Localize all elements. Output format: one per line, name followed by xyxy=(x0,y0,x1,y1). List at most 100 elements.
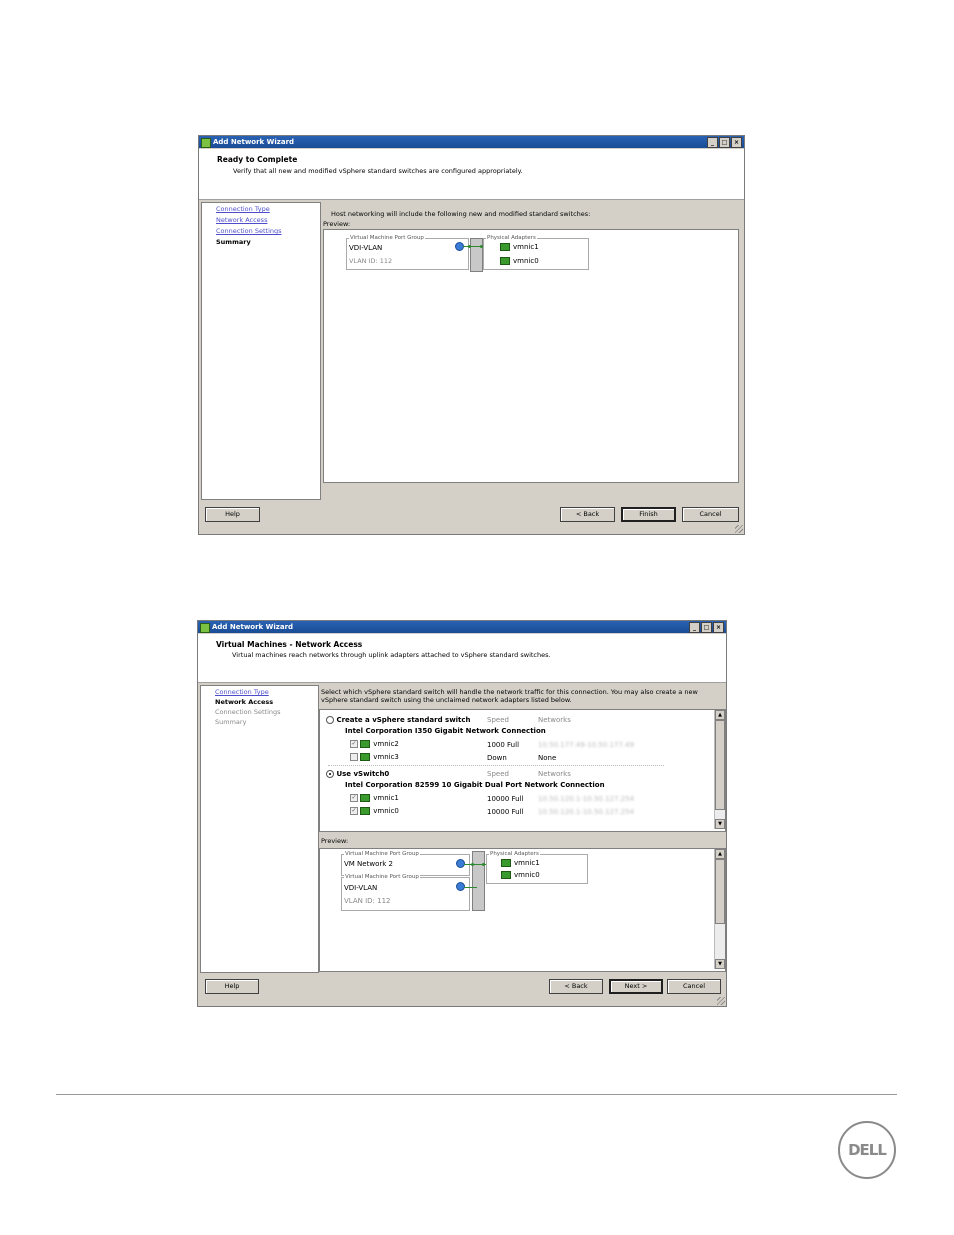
adapter-vmnic0: vmnic0 xyxy=(500,257,539,265)
resize-grip[interactable] xyxy=(735,525,743,533)
physical-adapters-label: Physical Adapters xyxy=(489,851,540,857)
wizard-steps-nav: Connection Type Network Access Connectio… xyxy=(201,202,321,500)
speed-header: Speed xyxy=(487,716,509,724)
window-title: Add Network Wizard xyxy=(212,623,294,631)
wizard-header: Virtual Machines - Network Access Virtua… xyxy=(198,634,726,683)
page-title: Virtual Machines - Network Access xyxy=(216,640,363,649)
scroll-thumb[interactable] xyxy=(715,720,725,810)
page-title: Ready to Complete xyxy=(217,155,298,164)
nic-icon xyxy=(360,807,371,815)
help-button[interactable]: Help xyxy=(205,979,259,994)
cancel-button[interactable]: Cancel xyxy=(667,979,721,994)
nic-icon xyxy=(360,740,371,748)
minimize-button[interactable]: _ xyxy=(707,137,718,148)
port-group-label: Virtual Machine Port Group xyxy=(344,851,420,857)
info-text: Host networking will include the followi… xyxy=(331,210,591,218)
finish-button[interactable]: Finish xyxy=(621,507,676,522)
use-vswitch0-option[interactable]: Use vSwitch0 xyxy=(326,770,389,778)
adapter-row-vmnic2[interactable]: ✓ vmnic2 xyxy=(350,740,399,748)
nic-icon xyxy=(500,257,510,265)
adapter-checkbox[interactable]: ✓ xyxy=(350,740,358,748)
port-group-label: Virtual Machine Port Group xyxy=(344,874,420,880)
vlan-id: VLAN ID: 112 xyxy=(344,897,391,905)
adapter-checkbox[interactable] xyxy=(350,753,358,761)
separator xyxy=(328,765,664,766)
preview-panel: Virtual Machine Port Group VDI-VLAN VLAN… xyxy=(323,229,739,483)
close-button[interactable]: × xyxy=(713,622,724,633)
port-group-name: VDI-VLAN xyxy=(349,244,383,252)
adapter-speed: 10000 Full xyxy=(487,795,524,803)
scroll-up-button[interactable]: ▲ xyxy=(715,710,725,720)
cancel-button[interactable]: Cancel xyxy=(682,507,739,522)
step-connection-type[interactable]: Connection Type xyxy=(216,205,270,213)
adapter-networks: 10.50.177.49-10.50.177.49 xyxy=(538,741,635,749)
window-title: Add Network Wizard xyxy=(213,138,295,146)
scroll-down-button[interactable]: ▼ xyxy=(715,959,725,969)
scroll-up-button[interactable]: ▲ xyxy=(715,849,725,859)
step-connection-type[interactable]: Connection Type xyxy=(215,688,269,696)
adapter-checkbox[interactable]: ✓ xyxy=(350,794,358,802)
preview-label: Preview: xyxy=(321,837,349,845)
info-text: Select which vSphere standard switch wil… xyxy=(321,688,698,704)
footer-rule xyxy=(56,1094,897,1095)
nic-icon xyxy=(501,859,511,867)
adapter-networks: None xyxy=(538,754,557,762)
adapter-networks: 10.50.120.1-10.50.127.254 xyxy=(538,808,635,816)
use-vswitch0-radio[interactable] xyxy=(326,770,334,778)
adapter-row-vmnic0[interactable]: ✓ vmnic0 xyxy=(350,807,399,815)
port-group-box xyxy=(341,877,470,911)
vswitch-bar xyxy=(472,851,485,911)
nic-group-title: Intel Corporation 82599 10 Gigabit Dual … xyxy=(345,781,605,789)
adapter-vmnic1: vmnic1 xyxy=(500,243,539,251)
step-network-access: Network Access xyxy=(215,698,274,706)
scroll-down-button[interactable]: ▼ xyxy=(715,819,725,829)
adapter-vmnic0: vmnic0 xyxy=(501,871,540,879)
adapter-speed: 1000 Full xyxy=(487,741,520,749)
back-button[interactable]: < Back xyxy=(560,507,615,522)
adapter-speed: Down xyxy=(487,754,507,762)
back-button[interactable]: < Back xyxy=(549,979,603,994)
switch-list: Create a vSphere standard switch Speed N… xyxy=(319,709,726,832)
wizard-header: Ready to Complete Verify that all new an… xyxy=(199,149,744,200)
preview-label: Preview: xyxy=(323,220,351,228)
page-subtitle: Virtual machines reach networks through … xyxy=(232,651,551,659)
resize-grip[interactable] xyxy=(717,997,725,1005)
wizard-window-network-access: Add Network Wizard _ □ × Virtual Machine… xyxy=(197,620,727,1007)
step-summary: Summary xyxy=(216,238,251,246)
help-button[interactable]: Help xyxy=(205,507,260,522)
adapter-checkbox[interactable]: ✓ xyxy=(350,807,358,815)
step-connection-settings[interactable]: Connection Settings xyxy=(216,227,282,235)
nic-icon xyxy=(500,243,510,251)
port-group-box xyxy=(346,238,469,270)
adapter-row-vmnic1[interactable]: ✓ vmnic1 xyxy=(350,794,399,802)
adapter-networks: 10.50.120.1-10.50.127.254 xyxy=(538,795,635,803)
maximize-button[interactable]: □ xyxy=(701,622,712,633)
preview-panel: Virtual Machine Port Group VM Network 2 … xyxy=(319,848,726,972)
vlan-id: VLAN ID: 112 xyxy=(349,257,393,265)
adapter-row-vmnic3[interactable]: vmnic3 xyxy=(350,753,399,761)
next-button[interactable]: Next > xyxy=(609,979,663,994)
content-area: Select which vSphere standard switch wil… xyxy=(319,685,726,972)
minimize-button[interactable]: _ xyxy=(689,622,700,633)
wizard-window-summary: Add Network Wizard _ □ × Ready to Comple… xyxy=(198,135,745,535)
port-group-name: VM Network 2 xyxy=(344,860,393,868)
maximize-button[interactable]: □ xyxy=(719,137,730,148)
speed-header: Speed xyxy=(487,770,509,778)
switch-list-scrollbar[interactable]: ▲ ▼ xyxy=(714,710,725,829)
close-button[interactable]: × xyxy=(731,137,742,148)
step-connection-settings: Connection Settings xyxy=(215,708,281,716)
step-network-access[interactable]: Network Access xyxy=(216,216,267,224)
step-summary: Summary xyxy=(215,718,247,726)
title-bar[interactable]: Add Network Wizard _ □ × xyxy=(199,136,744,148)
scroll-thumb[interactable] xyxy=(715,859,725,924)
app-icon xyxy=(200,623,210,633)
adapter-vmnic1: vmnic1 xyxy=(501,859,540,867)
preview-scrollbar[interactable]: ▲ ▼ xyxy=(714,849,725,969)
nic-group-title: Intel Corporation I350 Gigabit Network C… xyxy=(345,727,546,735)
page-subtitle: Verify that all new and modified vSphere… xyxy=(233,167,523,175)
create-switch-option[interactable]: Create a vSphere standard switch xyxy=(326,716,471,724)
nic-icon xyxy=(360,794,371,802)
nic-icon xyxy=(360,753,371,761)
create-switch-radio[interactable] xyxy=(326,716,334,724)
title-bar[interactable]: Add Network Wizard _ □ × xyxy=(198,621,726,633)
